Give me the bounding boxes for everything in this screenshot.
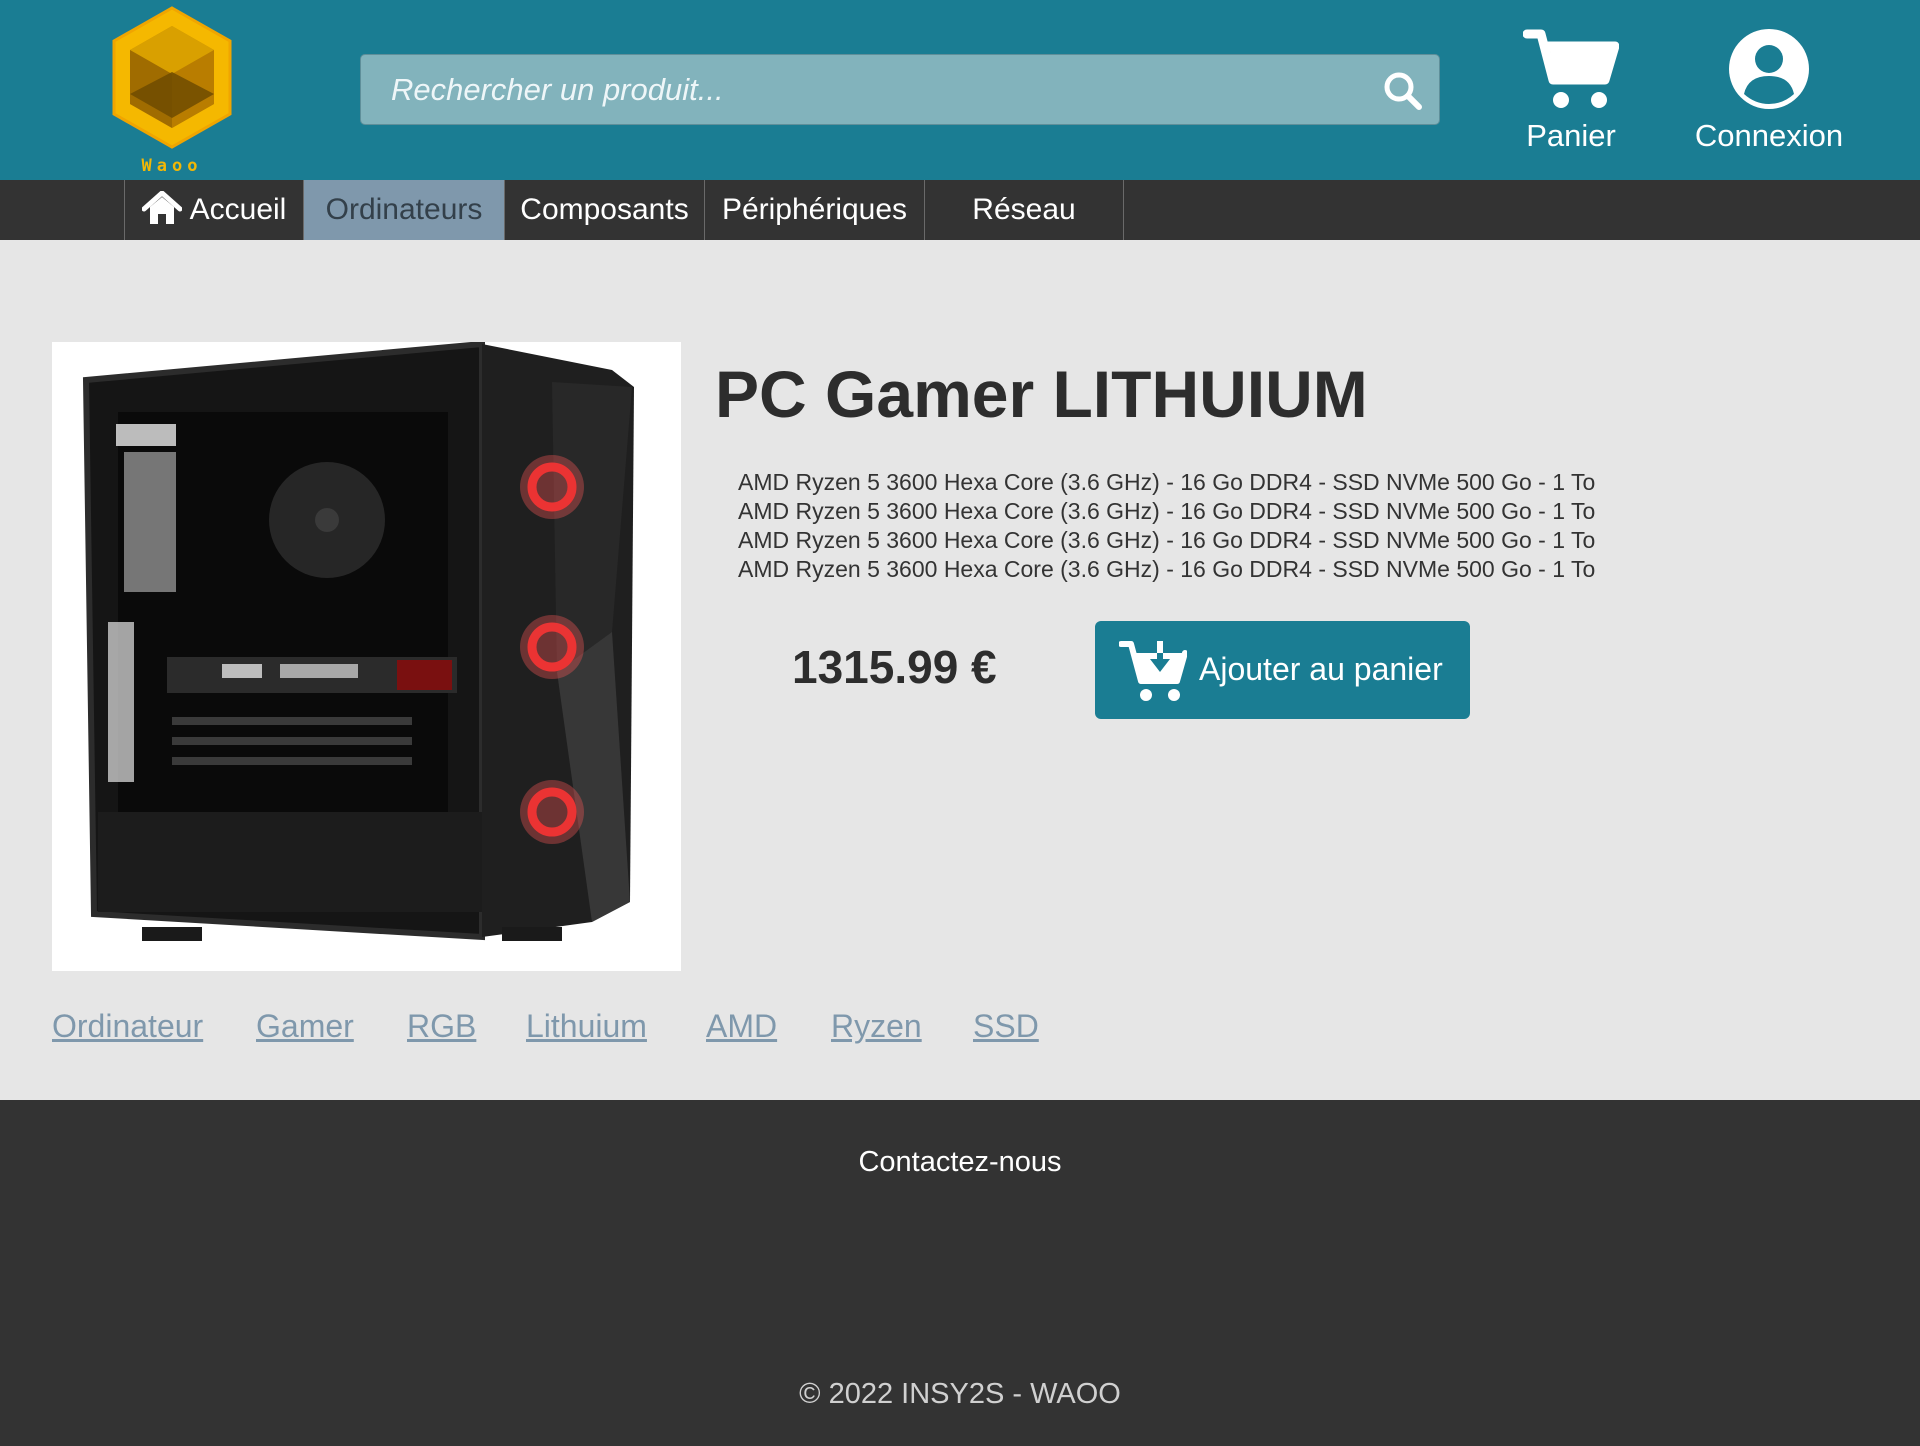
user-circle-icon <box>1729 29 1809 109</box>
product-price: 1315.99 € <box>792 641 997 693</box>
tag-link[interactable]: Gamer <box>256 1008 354 1045</box>
main-nav: Accueil Ordinateurs Composants Périphéri… <box>0 180 1920 240</box>
waoo-logo[interactable]: Waoo <box>110 6 234 176</box>
nav-item-label: Réseau <box>972 193 1076 226</box>
nav-item-ordinateurs[interactable]: Ordinateurs <box>303 180 504 240</box>
site-header: Waoo Panier Connexion <box>0 0 1920 180</box>
cart-button[interactable]: Panier <box>1512 28 1630 154</box>
search-bar <box>360 54 1440 125</box>
add-to-cart-button[interactable]: Ajouter au panier <box>1095 621 1470 719</box>
nav-item-composants[interactable]: Composants <box>504 180 704 240</box>
nav-item-label: Accueil <box>189 193 287 226</box>
logo-wordmark: Waoo <box>141 156 203 176</box>
nav-item-label: Périphériques <box>721 193 908 226</box>
nav-item-accueil[interactable]: Accueil <box>124 180 303 240</box>
description-line: AMD Ryzen 5 3600 Hexa Core (3.6 GHz) - 1… <box>738 556 1596 582</box>
copyright-text: © 2022 INSY2S - WAOO <box>799 1378 1121 1410</box>
product-image <box>52 340 681 971</box>
tag-link[interactable]: Lithuium <box>526 1008 647 1045</box>
description-line: AMD Ryzen 5 3600 Hexa Core (3.6 GHz) - 1… <box>738 469 1596 495</box>
product-title: PC Gamer LITHUIUM <box>715 357 1368 431</box>
tag-link[interactable]: RGB <box>407 1008 476 1045</box>
tag-link[interactable]: AMD <box>706 1008 777 1045</box>
description-line: AMD Ryzen 5 3600 Hexa Core (3.6 GHz) - 1… <box>738 498 1596 524</box>
home-icon <box>141 191 182 225</box>
search-icon[interactable] <box>1383 71 1423 111</box>
tag-link[interactable]: SSD <box>973 1008 1039 1045</box>
shopping-cart-icon <box>1523 29 1619 108</box>
search-input[interactable] <box>361 55 1361 124</box>
nav-item-label: Ordinateurs <box>325 193 483 226</box>
login-button[interactable]: Connexion <box>1686 28 1852 154</box>
nav-item-label: Composants <box>520 193 689 226</box>
cart-download-icon <box>1119 641 1187 701</box>
nav-item-peripheriques[interactable]: Périphériques <box>704 180 924 240</box>
description-line: AMD Ryzen 5 3600 Hexa Core (3.6 GHz) - 1… <box>738 527 1596 553</box>
site-footer: Contactez-nous © 2022 INSY2S - WAOO <box>0 1100 1920 1446</box>
hexagon-cube-icon <box>112 6 232 149</box>
pc-tower-image <box>82 340 634 941</box>
tag-link[interactable]: Ryzen <box>831 1008 922 1045</box>
login-label: Connexion <box>1694 118 1844 153</box>
nav-item-reseau[interactable]: Réseau <box>924 180 1124 240</box>
contact-link[interactable]: Contactez-nous <box>0 1146 1920 1179</box>
cart-label: Panier <box>1526 118 1616 153</box>
product-description: AMD Ryzen 5 3600 Hexa Core (3.6 GHz) - 1… <box>738 468 1738 584</box>
tag-link[interactable]: Ordinateur <box>52 1008 203 1045</box>
add-to-cart-label: Ajouter au panier <box>1199 651 1443 687</box>
